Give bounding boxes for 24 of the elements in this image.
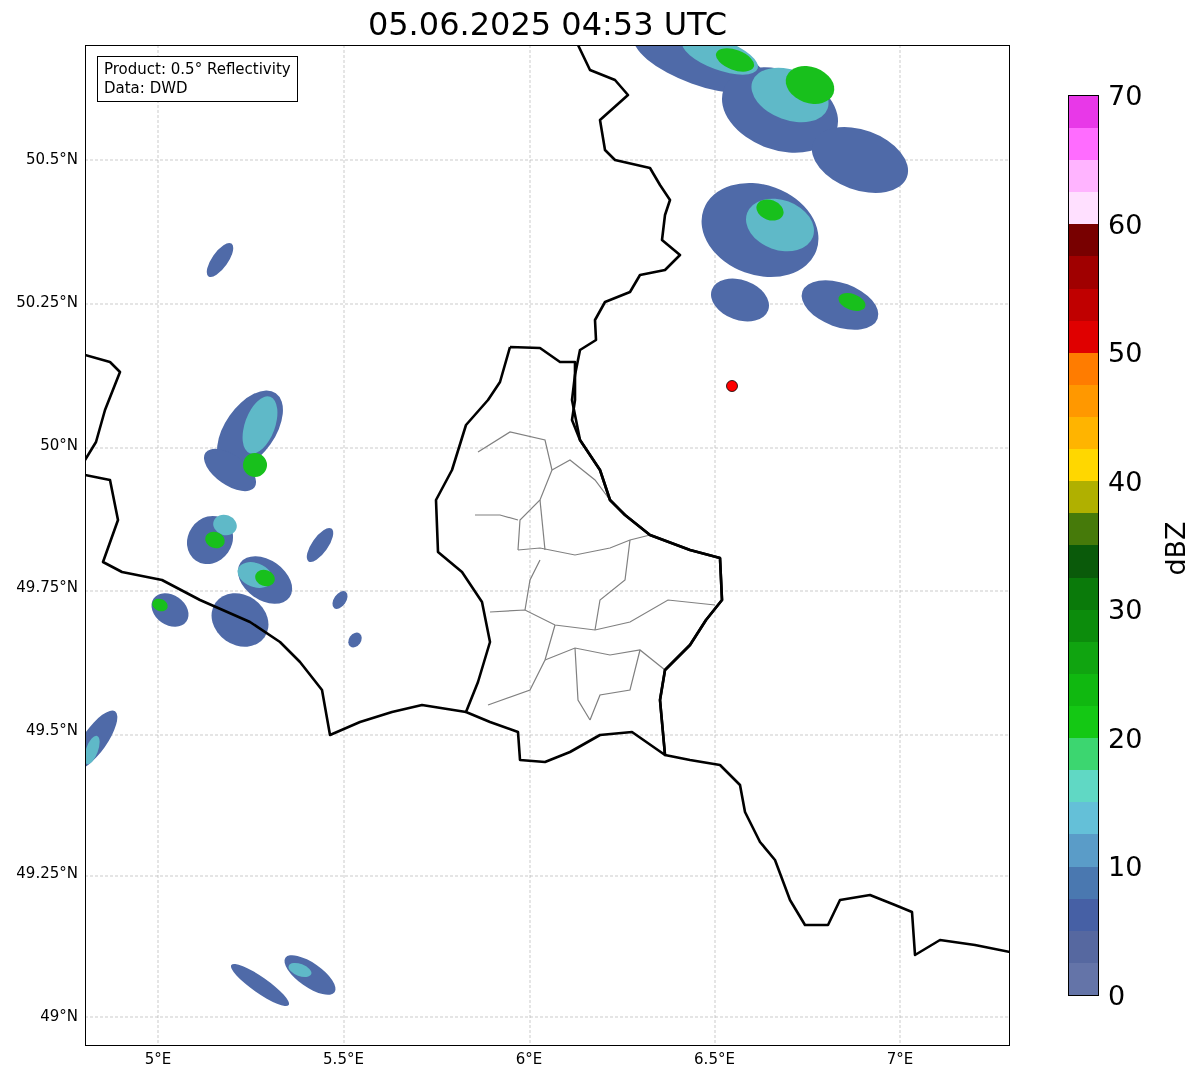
colorbar-axis-label: dBZ xyxy=(1161,521,1189,576)
chart-title: 05.06.2025 04:53 UTC xyxy=(366,4,729,44)
longitude-label: 5.5°E xyxy=(323,1052,364,1067)
longitude-label: 7°E xyxy=(886,1052,914,1067)
latitude-label: 50°N xyxy=(40,437,78,453)
longitude-label: 5°E xyxy=(144,1052,172,1067)
longitude-label: 6°E xyxy=(515,1052,543,1067)
colorbar-tick-label: 30 xyxy=(1108,596,1143,624)
colorbar-tick-label: 40 xyxy=(1108,467,1143,495)
colorbar-tick-label: 0 xyxy=(1108,982,1126,1009)
latitude-label: 50.25°N xyxy=(16,294,78,310)
latitude-label: 49.25°N xyxy=(16,866,78,881)
legend-text: Data: DWD xyxy=(104,79,189,98)
latitude-label: 49.5°N xyxy=(25,723,78,739)
colorbar-tick-label: 50 xyxy=(1108,339,1143,367)
latitude-label: 49°N xyxy=(40,1008,78,1024)
longitude-label: 6.5°E xyxy=(694,1052,735,1067)
latitude-label: 49.75°N xyxy=(16,580,78,596)
colorbar-tick-label: 60 xyxy=(1108,210,1143,238)
colorbar-tick-label: 20 xyxy=(1108,724,1143,752)
latitude-label: 50.5°N xyxy=(25,152,78,167)
colorbar-tick-label: 10 xyxy=(1108,853,1143,881)
colorbar-tick-label: 70 xyxy=(1108,82,1143,109)
legend-text: Product: 0.5° Reflectivity xyxy=(104,60,291,79)
